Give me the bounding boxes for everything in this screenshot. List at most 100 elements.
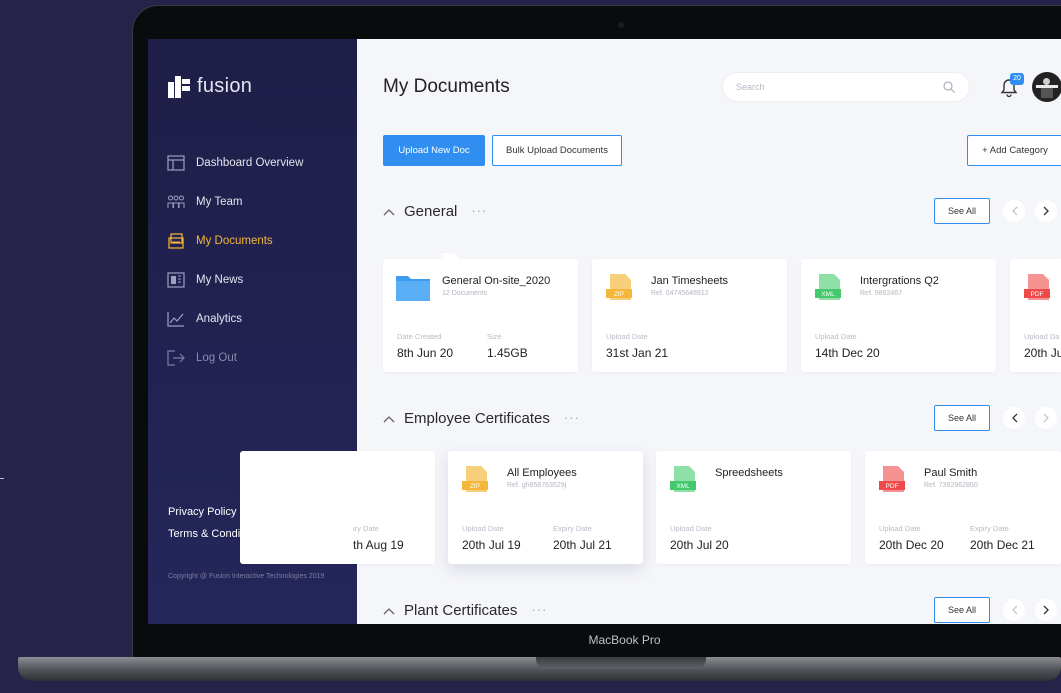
- meta-label: Upload Date: [815, 332, 857, 341]
- file-card[interactable]: ZIP Jan Timesheets Ref. 04745648912 Uplo…: [592, 259, 787, 372]
- sidebar-item-log-out[interactable]: Log Out: [166, 338, 346, 377]
- sidebar-item-my-documents[interactable]: My Documents: [166, 221, 346, 260]
- device-label: MacBook Pro: [588, 633, 661, 647]
- meta-value: 20th Jul 19: [462, 538, 521, 552]
- bulk-upload-button[interactable]: Bulk Upload Documents: [492, 135, 622, 166]
- meta-label: iry Date: [353, 524, 379, 533]
- zip-file-icon: ZIP: [606, 274, 632, 300]
- chevron-up-icon[interactable]: [383, 607, 395, 615]
- chevron-right-icon[interactable]: [1035, 200, 1057, 222]
- card-subtitle: 12 Documents: [442, 290, 488, 297]
- card-title: Spreedsheets: [715, 467, 783, 479]
- laptop-notch: [536, 657, 706, 669]
- more-options-icon[interactable]: ···: [564, 410, 580, 425]
- meta-value: 20th Ju: [1024, 346, 1061, 360]
- camera: [618, 22, 624, 28]
- see-all-button[interactable]: See All: [934, 597, 990, 623]
- notification-badge: 20: [1010, 73, 1024, 85]
- svg-text:XML: XML: [821, 291, 835, 298]
- sidebar-item-label: Analytics: [196, 312, 243, 325]
- card-title: General On-site_2020: [442, 275, 551, 287]
- card-subtitle: Ref. 7382962850: [924, 482, 978, 489]
- file-card[interactable]: XML Intergrations Q2 Ref. 9862467 Upload…: [801, 259, 996, 372]
- svg-text:ZIP: ZIP: [614, 291, 624, 298]
- meta-label: Size: [487, 332, 502, 341]
- sidebar-item-label: Log Out: [196, 351, 237, 364]
- copyright-text: Copyright @ Fusion Interactive Technolog…: [168, 573, 325, 580]
- pdf-file-icon: PDF: [1024, 274, 1050, 300]
- sidebar-item-my-news[interactable]: My News: [166, 260, 346, 299]
- section-title: Employee Certificates: [404, 410, 550, 427]
- pdf-file-icon: PDF: [879, 466, 905, 492]
- meta-label: Upload Date: [879, 524, 921, 533]
- svg-text:PDF: PDF: [1031, 291, 1044, 298]
- sidebar-item-label: My Documents: [196, 234, 273, 247]
- sidebar-item-label: Dashboard Overview: [196, 156, 304, 169]
- folder-card[interactable]: General On-site_2020 12 Documents Date C…: [383, 253, 578, 372]
- xml-file-icon: XML: [670, 466, 696, 492]
- card-title: Paul Smith: [924, 467, 978, 479]
- meta-value: 20th Dec 21: [970, 538, 1035, 552]
- file-card[interactable]: ZIP All Employees Ref. gh856763529j Uplo…: [448, 451, 643, 564]
- file-card[interactable]: PDF Upload Da 20th Ju: [1010, 259, 1061, 372]
- search-input[interactable]: Search: [722, 72, 970, 102]
- section-title: General: [404, 203, 458, 220]
- svg-text:PDF: PDF: [886, 483, 899, 490]
- upload-new-doc-button[interactable]: Upload New Doc: [383, 135, 485, 166]
- sidebar-item-label: My News: [196, 273, 244, 286]
- sidebar-item-dashboard-overview[interactable]: Dashboard Overview: [166, 143, 346, 182]
- meta-label: Expiry Date: [970, 524, 1009, 533]
- sidebar-item-analytics[interactable]: Analytics: [166, 299, 346, 338]
- sidebar-nav: Dashboard Overview My Team My Documents …: [166, 143, 346, 377]
- brand-name: fusion: [197, 75, 253, 97]
- meta-label: Upload Da: [1024, 332, 1060, 341]
- chevron-up-icon[interactable]: [383, 415, 395, 423]
- meta-label: Date Created: [397, 332, 442, 341]
- file-card[interactable]: XML Spreedsheets Upload Date 20th Jul 20: [656, 451, 851, 564]
- chevron-up-icon[interactable]: [383, 208, 395, 216]
- news-icon: [166, 271, 186, 288]
- file-card[interactable]: iry Date th Aug 19: [240, 451, 435, 564]
- svg-text:ZIP: ZIP: [470, 483, 480, 490]
- user-avatar[interactable]: [1032, 72, 1061, 102]
- fusion-logo-icon: [168, 75, 190, 98]
- documents-icon: [166, 232, 186, 249]
- search-icon: [943, 81, 955, 93]
- meta-value: 20th Dec 20: [879, 538, 944, 552]
- meta-value: 20th Jul 20: [670, 538, 729, 552]
- zip-file-icon: ZIP: [462, 466, 488, 492]
- chevron-left-icon[interactable]: [1003, 599, 1025, 621]
- card-title: All Employees: [507, 467, 577, 479]
- search-placeholder: Search: [736, 82, 765, 92]
- add-category-button[interactable]: + Add Category: [967, 135, 1061, 166]
- more-options-icon[interactable]: ···: [471, 203, 487, 218]
- logo[interactable]: fusion: [168, 75, 252, 98]
- file-card[interactable]: PDF Paul Smith Ref. 7382962850 Upload Da…: [865, 451, 1061, 564]
- card-subtitle: Ref. 04745648912: [651, 290, 709, 297]
- meta-label: Upload Date: [670, 524, 712, 533]
- see-all-button[interactable]: See All: [934, 405, 990, 431]
- analytics-icon: [166, 311, 186, 327]
- meta-label: Upload Date: [606, 332, 648, 341]
- xml-file-icon: XML: [815, 274, 841, 300]
- more-options-icon[interactable]: ···: [531, 602, 547, 617]
- meta-value: 1.45GB: [487, 346, 528, 360]
- app-screen: fusion Dashboard Overview My Team My Doc…: [148, 39, 1061, 624]
- sidebar-item-my-team[interactable]: My Team: [166, 182, 346, 221]
- chevron-right-icon[interactable]: [1035, 407, 1057, 429]
- see-all-button[interactable]: See All: [934, 198, 990, 224]
- dashboard-icon: [166, 154, 186, 171]
- logout-icon: [166, 349, 186, 366]
- folder-icon: [396, 276, 430, 301]
- chevron-left-icon[interactable]: [1003, 200, 1025, 222]
- meta-label: Expiry Date: [553, 524, 592, 533]
- chevron-left-icon[interactable]: [1003, 407, 1025, 429]
- svg-text:XML: XML: [676, 483, 690, 490]
- page-title: My Documents: [383, 76, 510, 97]
- section-title: Plant Certificates: [404, 602, 518, 619]
- laptop-chin: MacBook Pro: [148, 624, 1061, 656]
- card-subtitle: Ref. 9862467: [860, 290, 903, 297]
- chevron-right-icon[interactable]: [1035, 599, 1057, 621]
- meta-value: 20th Jul 21: [553, 538, 612, 552]
- card-subtitle: Ref. gh856763529j: [507, 482, 567, 489]
